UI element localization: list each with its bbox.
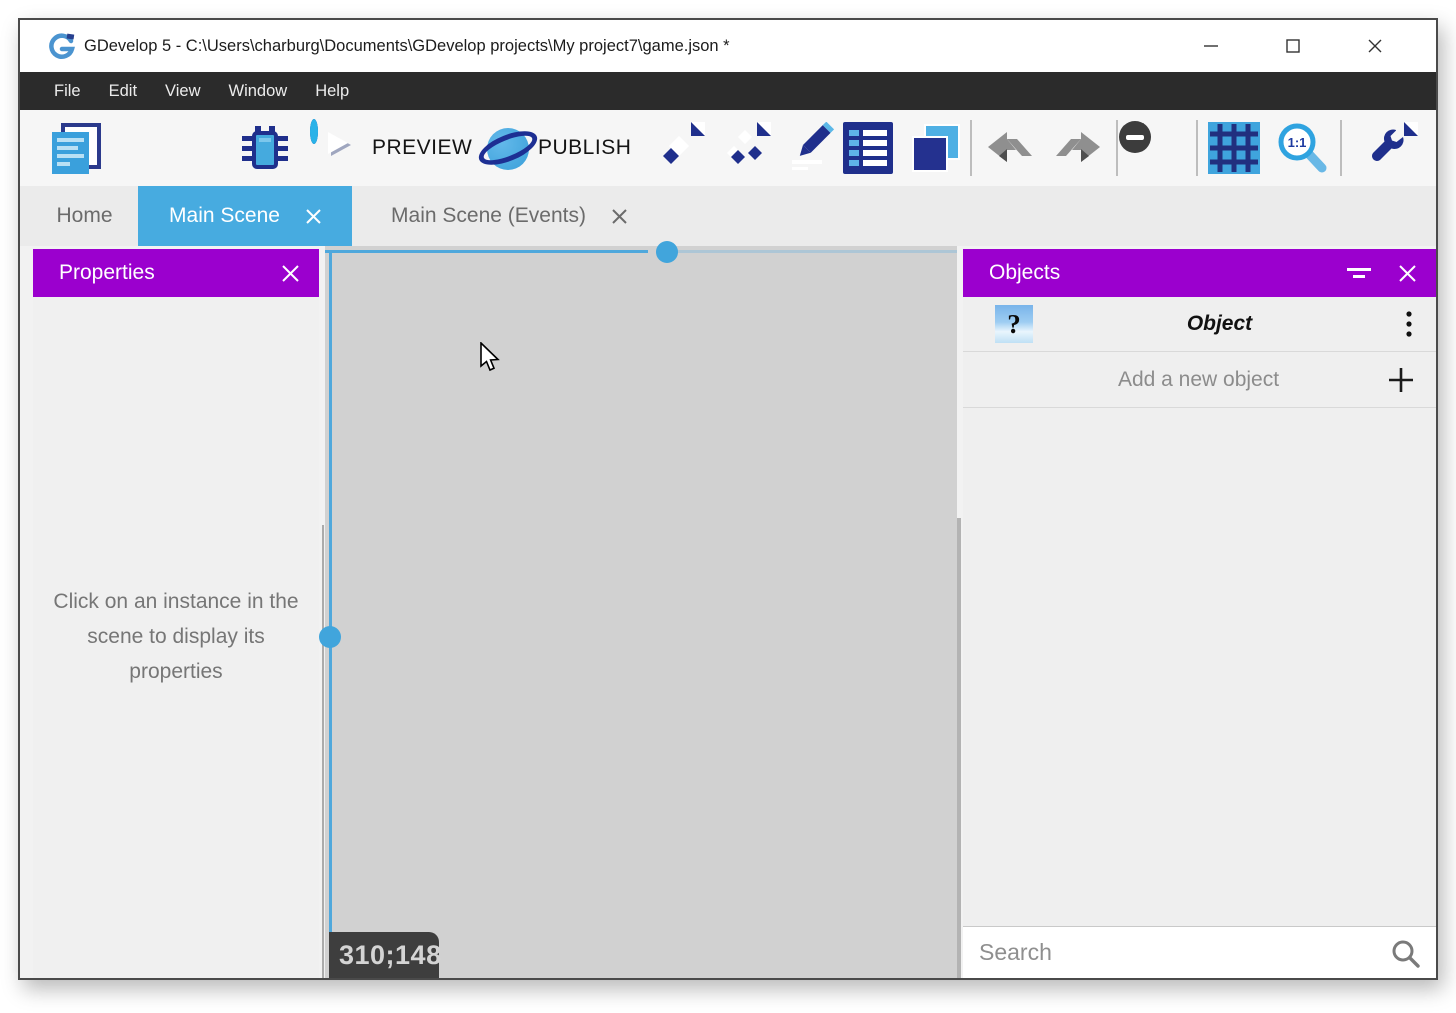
play-icon[interactable] bbox=[310, 119, 318, 144]
properties-body: Click on an instance in the scene to dis… bbox=[33, 297, 319, 978]
layers-icon[interactable] bbox=[910, 122, 962, 174]
toolbar-separator bbox=[970, 120, 972, 176]
mouse-cursor bbox=[480, 342, 502, 372]
maximize-button[interactable] bbox=[1270, 20, 1316, 72]
tab-home[interactable]: Home bbox=[31, 186, 138, 246]
properties-empty-message: Click on an instance in the scene to dis… bbox=[45, 585, 307, 690]
properties-header: Properties bbox=[33, 249, 319, 297]
zoom-reset-icon[interactable]: 1:1 bbox=[1276, 121, 1330, 175]
tab-main-scene-label: Main Scene bbox=[169, 204, 280, 228]
game-window-border-left bbox=[329, 250, 332, 978]
border-handle-top[interactable] bbox=[656, 241, 678, 263]
object-name: Object bbox=[1033, 312, 1406, 336]
menu-bar: File Edit View Window Help bbox=[20, 72, 1436, 110]
tab-main-scene-events-label: Main Scene (Events) bbox=[391, 204, 586, 228]
menu-window[interactable]: Window bbox=[215, 72, 302, 110]
tab-main-scene[interactable]: Main Scene bbox=[138, 186, 352, 246]
object-question-icon: ? bbox=[995, 305, 1033, 343]
canvas-right-scrollbar[interactable] bbox=[957, 518, 961, 978]
scene-canvas[interactable]: 310;148 bbox=[325, 246, 957, 978]
object-menu-icon[interactable] bbox=[1406, 311, 1412, 337]
toolbar-separator bbox=[1340, 120, 1342, 176]
border-handle-left[interactable] bbox=[319, 626, 341, 648]
events-sheet-icon[interactable] bbox=[843, 122, 893, 174]
toolbar-separator bbox=[1196, 120, 1198, 176]
menu-edit[interactable]: Edit bbox=[95, 72, 151, 110]
project-manager-icon[interactable] bbox=[48, 123, 102, 175]
tab-home-label: Home bbox=[56, 204, 112, 228]
redo-icon[interactable] bbox=[1054, 132, 1102, 168]
objects-header: Objects bbox=[963, 249, 1436, 297]
filter-icon[interactable] bbox=[1347, 266, 1371, 280]
toolbar: PREVIEW PUBLISH bbox=[20, 110, 1436, 186]
menu-file[interactable]: File bbox=[40, 72, 95, 110]
plus-icon[interactable] bbox=[1388, 367, 1414, 393]
menu-help[interactable]: Help bbox=[301, 72, 363, 110]
game-window-border-top-right bbox=[668, 250, 957, 253]
debug-icon[interactable] bbox=[240, 124, 290, 174]
undo-icon[interactable] bbox=[986, 132, 1034, 168]
search-input[interactable] bbox=[979, 927, 1359, 978]
minimize-button[interactable] bbox=[1188, 20, 1234, 72]
window-title: GDevelop 5 - C:\Users\charburg\Documents… bbox=[84, 20, 730, 72]
add-object-label: Add a new object bbox=[1009, 368, 1388, 392]
tab-close-icon[interactable] bbox=[306, 209, 321, 224]
close-panel-icon[interactable] bbox=[282, 265, 299, 282]
preview-button[interactable]: PREVIEW bbox=[372, 110, 472, 186]
app-window: GDevelop 5 - C:\Users\charburg\Documents… bbox=[18, 18, 1438, 980]
object-list-item[interactable]: ? Object bbox=[963, 297, 1436, 352]
gdevelop-logo-icon bbox=[46, 33, 76, 60]
properties-title: Properties bbox=[33, 261, 155, 285]
mask-toggle-icon[interactable] bbox=[1138, 123, 1144, 146]
toolbar-separator bbox=[1116, 120, 1118, 176]
publish-button[interactable]: PUBLISH bbox=[538, 110, 631, 186]
cursor-coordinates-badge: 310;148 bbox=[329, 932, 439, 978]
objects-title: Objects bbox=[963, 261, 1060, 285]
zoom-ratio-label: 1:1 bbox=[1288, 135, 1307, 150]
play-triangle bbox=[328, 132, 348, 154]
main-content: Properties Click on an instance in the s… bbox=[20, 246, 1436, 978]
editor-tab-bar: Home Main Scene Main Scene (Events) bbox=[20, 186, 1436, 246]
title-bar: GDevelop 5 - C:\Users\charburg\Documents… bbox=[20, 20, 1436, 72]
search-icon[interactable] bbox=[1390, 939, 1420, 969]
add-object-row[interactable]: Add a new object bbox=[963, 352, 1436, 408]
tab-main-scene-events[interactable]: Main Scene (Events) bbox=[352, 186, 666, 246]
game-window-border-top bbox=[325, 250, 648, 253]
objects-panel: Objects ? Object Add a new object bbox=[963, 249, 1436, 978]
properties-panel: Properties Click on an instance in the s… bbox=[33, 249, 319, 978]
menu-view[interactable]: View bbox=[151, 72, 214, 110]
tab-close-icon[interactable] bbox=[612, 209, 627, 224]
grid-toggle-icon[interactable] bbox=[1208, 122, 1260, 174]
close-window-button[interactable] bbox=[1352, 20, 1398, 72]
canvas-left-scrollbar[interactable] bbox=[322, 525, 324, 978]
objects-search-bar bbox=[963, 926, 1436, 978]
close-panel-icon[interactable] bbox=[1399, 265, 1416, 282]
